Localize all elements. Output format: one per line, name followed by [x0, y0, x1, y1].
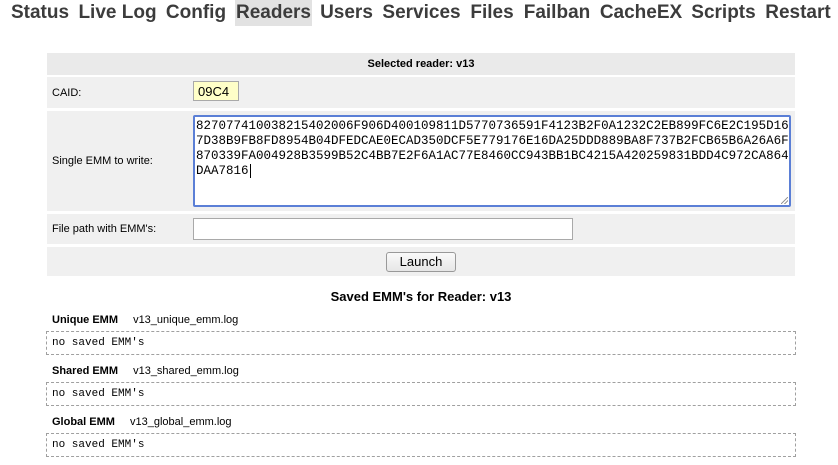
unique-emm-header: Unique EMM v13_unique_emm.log — [52, 314, 238, 326]
nav-live-log[interactable]: Live Log — [77, 0, 158, 26]
shared-emm-content: no saved EMM's — [46, 382, 796, 406]
nav-services[interactable]: Services — [381, 0, 462, 26]
shared-emm-file: v13_shared_emm.log — [133, 365, 239, 377]
global-emm-content: no saved EMM's — [46, 433, 796, 457]
saved-emm-title: Saved EMM's for Reader: v13 — [330, 289, 512, 304]
launch-row: Launch — [47, 247, 795, 276]
caid-input[interactable] — [193, 81, 239, 101]
nav-readers[interactable]: Readers — [235, 0, 312, 26]
text-cursor — [249, 164, 251, 178]
global-emm-type: Global EMM — [52, 416, 115, 428]
shared-emm-header: Shared EMM v13_shared_emm.log — [52, 365, 239, 377]
unique-emm-file: v13_unique_emm.log — [133, 314, 239, 326]
global-emm-file: v13_global_emm.log — [130, 416, 232, 428]
file-path-input[interactable] — [193, 218, 573, 240]
caid-row: CAID: — [47, 77, 795, 108]
emm-textarea-value: 827077410038215402006F906D400109811D5770… — [196, 119, 789, 178]
global-emm-header: Global EMM v13_global_emm.log — [52, 416, 232, 428]
nav-cacheex[interactable]: CacheEX — [598, 0, 684, 26]
emm-row: Single EMM to write: 8270774100382154020… — [47, 111, 795, 211]
nav-users[interactable]: Users — [318, 0, 375, 26]
nav-failban[interactable]: Failban — [522, 0, 592, 26]
file-path-label: File path with EMM's: — [52, 223, 157, 235]
resize-grip-icon[interactable] — [781, 197, 788, 204]
emm-label: Single EMM to write: — [52, 155, 153, 167]
caid-label: CAID: — [52, 86, 82, 99]
nav-restart[interactable]: Restart — [764, 0, 832, 26]
shared-emm-type: Shared EMM — [52, 365, 119, 377]
launch-button[interactable]: Launch — [386, 252, 456, 272]
unique-emm-content: no saved EMM's — [46, 331, 796, 355]
unique-emm-type: Unique EMM — [52, 314, 118, 326]
nav-status[interactable]: Status — [6, 0, 74, 26]
emm-textarea[interactable]: 827077410038215402006F906D400109811D5770… — [193, 115, 791, 207]
nav-scripts[interactable]: Scripts — [690, 0, 757, 26]
nav-config[interactable]: Config — [163, 0, 229, 26]
file-path-row: File path with EMM's: — [47, 214, 795, 244]
selected-reader-title: Selected reader: v13 — [47, 53, 795, 75]
top-navigation: Status Live Log Config Readers Users Ser… — [0, 0, 838, 26]
nav-files[interactable]: Files — [468, 0, 516, 26]
